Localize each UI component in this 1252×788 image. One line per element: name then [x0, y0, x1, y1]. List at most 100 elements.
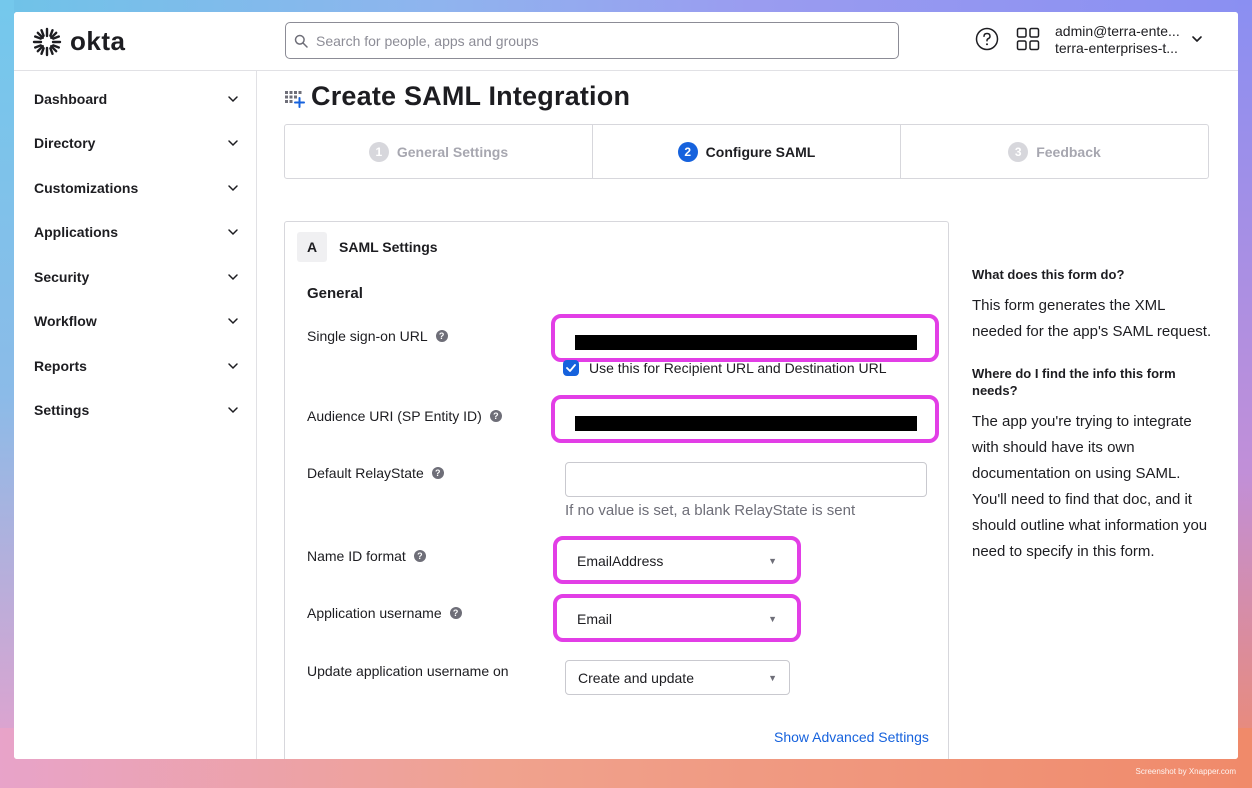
apps-grid-icon[interactable] — [1016, 27, 1040, 51]
sidebar-item-security[interactable]: Security — [34, 266, 239, 288]
recipient-checkbox[interactable] — [563, 360, 579, 376]
okta-logo[interactable]: okta — [32, 26, 125, 57]
sidebar-item-directory[interactable]: Directory — [34, 132, 239, 154]
chevron-down-icon — [228, 96, 238, 103]
help-tooltip-icon[interactable]: ? — [435, 330, 448, 342]
relay-state-field[interactable] — [565, 462, 927, 497]
global-search[interactable] — [285, 22, 899, 59]
saml-settings-card: A SAML Settings General Single sign-on U… — [284, 221, 949, 759]
search-input[interactable] — [314, 31, 898, 50]
step-number: 2 — [677, 141, 698, 162]
sidebar: Dashboard Directory Customizations Appli… — [14, 71, 257, 759]
sidebar-item-reports[interactable]: Reports — [34, 355, 239, 377]
sso-url-label-text: Single sign-on URL — [307, 328, 428, 344]
help-icon[interactable] — [975, 27, 999, 51]
background-left — [0, 0, 14, 788]
audience-uri-input-redacted[interactable] — [575, 416, 917, 431]
chevron-down-icon — [228, 363, 238, 370]
chevron-down-icon — [228, 274, 238, 281]
app-username-value: Email — [577, 611, 613, 627]
sso-url-label: Single sign-on URL ? — [307, 328, 448, 344]
chevron-down-icon[interactable] — [1191, 34, 1203, 44]
app-window: okta admin@terra-ente... terra-enterpris… — [14, 12, 1238, 759]
relay-state-input[interactable] — [566, 463, 926, 496]
group-title: General — [307, 285, 363, 302]
chevron-down-icon — [228, 407, 238, 414]
sidebar-item-settings[interactable]: Settings — [34, 399, 239, 421]
help-answer: This form generates the XML needed for t… — [972, 297, 1212, 340]
audience-uri-label-text: Audience URI (SP Entity ID) — [307, 408, 482, 424]
account-menu[interactable]: admin@terra-ente... terra-enterprises-t.… — [1055, 23, 1180, 57]
wizard-steps: 1 General Settings 2 Configure SAML 3 Fe… — [284, 124, 1209, 179]
sidebar-item-label: Applications — [34, 224, 119, 240]
sidebar-item-label: Security — [34, 269, 90, 285]
logo-text: okta — [70, 26, 126, 56]
sidebar-item-applications[interactable]: Applications — [34, 221, 239, 243]
help-tooltip-icon[interactable]: ? — [413, 550, 426, 562]
okta-sunburst-icon — [32, 27, 62, 56]
chevron-down-icon — [228, 229, 238, 236]
screenshot-watermark: Screenshot by Xnapper.com — [1135, 767, 1236, 776]
relay-state-label: Default RelayState ? — [307, 465, 444, 481]
dropdown-caret-icon: ▼ — [768, 556, 777, 566]
update-username-label-text: Update application username on — [307, 663, 509, 679]
name-id-format-label-text: Name ID format — [307, 548, 406, 564]
sidebar-item-label: Workflow — [34, 313, 97, 329]
step-number: 1 — [368, 141, 389, 162]
recipient-checkbox-row[interactable]: Use this for Recipient URL and Destinati… — [563, 360, 887, 376]
section-title: SAML Settings — [339, 239, 438, 255]
name-id-format-select[interactable]: EmailAddress ▼ — [565, 544, 789, 578]
sidebar-item-label: Directory — [34, 135, 96, 151]
help-tooltip-icon[interactable]: ? — [449, 607, 462, 619]
relay-state-label-text: Default RelayState — [307, 465, 424, 481]
top-bar: okta admin@terra-ente... terra-enterpris… — [14, 12, 1238, 71]
page-title: Create SAML Integration — [311, 81, 631, 111]
page-header: Create SAML Integration — [284, 81, 630, 112]
sidebar-item-label: Customizations — [34, 180, 139, 196]
step-configure-saml[interactable]: 2 Configure SAML — [593, 125, 901, 178]
dropdown-caret-icon: ▼ — [768, 614, 777, 624]
account-org: terra-enterprises-t... — [1055, 40, 1178, 56]
help-tooltip-icon[interactable]: ? — [431, 467, 444, 479]
step-number: 3 — [1008, 141, 1029, 162]
sidebar-item-label: Settings — [34, 402, 90, 418]
step-general-settings[interactable]: 1 General Settings — [285, 125, 593, 178]
show-advanced-settings-link[interactable]: Show Advanced Settings — [774, 729, 929, 745]
audience-uri-label: Audience URI (SP Entity ID) ? — [307, 408, 502, 424]
section-letter: A — [297, 232, 327, 262]
sidebar-item-label: Reports — [34, 358, 87, 374]
help-question: What does this form do? — [972, 267, 1125, 282]
background-right — [1238, 0, 1252, 788]
help-answer: The app you're trying to integrate with … — [972, 413, 1208, 560]
chevron-down-icon — [228, 140, 238, 147]
sidebar-item-workflow[interactable]: Workflow — [34, 310, 239, 332]
check-icon — [566, 364, 576, 372]
step-label: Feedback — [1036, 143, 1101, 160]
recipient-checkbox-label: Use this for Recipient URL and Destinati… — [589, 360, 887, 376]
app-username-label: Application username ? — [307, 605, 462, 621]
help-question: Where do I find the info this form needs… — [972, 366, 1176, 398]
sidebar-item-dashboard[interactable]: Dashboard — [34, 88, 239, 110]
add-app-grid-icon — [285, 90, 305, 108]
sso-url-input-redacted[interactable] — [575, 335, 917, 350]
chevron-down-icon — [228, 318, 238, 325]
sidebar-item-label: Dashboard — [34, 91, 108, 107]
step-feedback[interactable]: 3 Feedback — [901, 125, 1208, 178]
section-header: A SAML Settings — [297, 232, 438, 262]
help-panel: What does this form do? This form genera… — [972, 266, 1217, 565]
app-username-select[interactable]: Email ▼ — [565, 602, 789, 636]
update-username-value: Create and update — [578, 669, 694, 686]
sidebar-item-customizations[interactable]: Customizations — [34, 177, 239, 199]
account-email: admin@terra-ente... — [1055, 23, 1180, 39]
search-icon — [294, 34, 308, 48]
help-tooltip-icon[interactable]: ? — [489, 410, 502, 422]
app-username-label-text: Application username — [307, 605, 442, 621]
chevron-down-icon — [228, 185, 238, 192]
update-username-select[interactable]: Create and update ▼ — [565, 660, 790, 695]
relay-state-hint: If no value is set, a blank RelayState i… — [565, 502, 856, 519]
update-username-label: Update application username on — [307, 663, 509, 679]
main-content: Create SAML Integration 1 General Settin… — [257, 71, 1238, 759]
dropdown-caret-icon: ▼ — [768, 672, 777, 683]
step-label: Configure SAML — [705, 143, 816, 160]
name-id-format-label: Name ID format ? — [307, 548, 426, 564]
